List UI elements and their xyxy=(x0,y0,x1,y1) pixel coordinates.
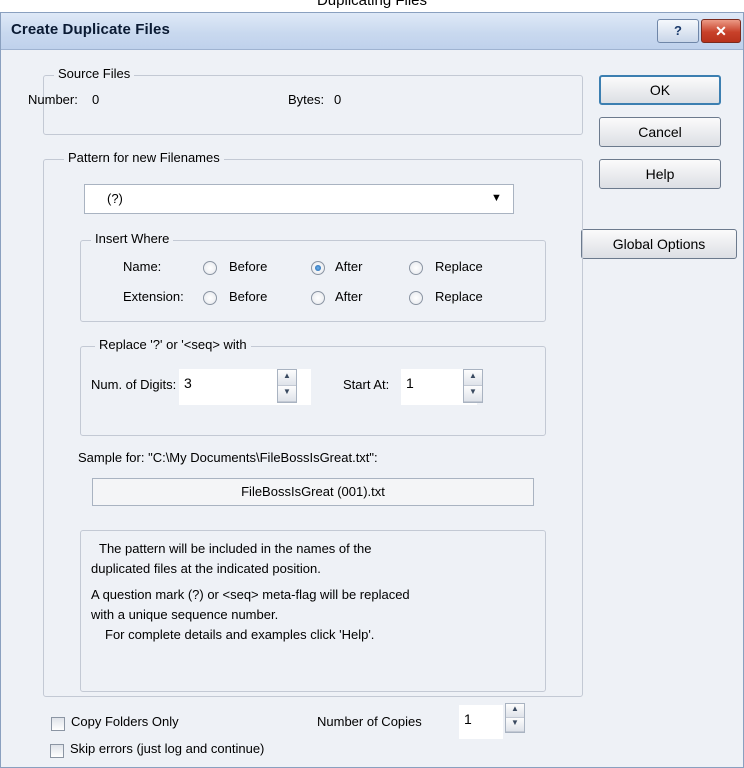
name-label: Name: xyxy=(123,259,162,274)
title-help-button[interactable]: ? xyxy=(657,19,699,43)
spin-up-icon[interactable]: ▲ xyxy=(464,370,482,386)
copy-folders-only-label[interactable]: Copy Folders Only xyxy=(71,714,179,729)
page-heading: Duplicating Files xyxy=(316,0,428,9)
start-at-spinner[interactable]: ▲ ▼ xyxy=(463,369,483,403)
spin-up-icon[interactable]: ▲ xyxy=(506,704,524,718)
pattern-combobox[interactable]: (?) ▼ xyxy=(84,184,514,214)
name-before-radio[interactable] xyxy=(203,261,217,275)
cancel-button[interactable]: Cancel xyxy=(599,117,721,147)
replace-group: Replace '?' or '<seq> with Num. of Digit… xyxy=(80,337,546,436)
title-bar[interactable]: Create Duplicate Files ? ✕ xyxy=(1,13,743,50)
copy-folders-only-checkbox[interactable] xyxy=(51,717,65,731)
info-line-5: For complete details and examples click … xyxy=(105,627,375,642)
number-label: Number: xyxy=(28,92,78,107)
info-line-4: with a unique sequence number. xyxy=(91,607,279,622)
close-button[interactable]: ✕ xyxy=(701,19,741,43)
bytes-value: 0 xyxy=(334,92,342,107)
name-before-label[interactable]: Before xyxy=(229,259,267,274)
info-line-3: A question mark (?) or <seq> meta-flag w… xyxy=(91,587,410,602)
extension-replace-label[interactable]: Replace xyxy=(435,289,483,304)
global-options-button[interactable]: Global Options xyxy=(581,229,737,259)
insert-where-group: Insert Where Name: Before After Replace … xyxy=(80,231,546,322)
copies-input[interactable]: 1 xyxy=(459,705,503,739)
sample-label: Sample for: "C:\My Documents\FileBossIsG… xyxy=(78,450,378,465)
extension-after-label[interactable]: After xyxy=(335,289,362,304)
insert-where-legend: Insert Where xyxy=(91,231,174,246)
copies-label: Number of Copies xyxy=(317,714,422,729)
skip-errors-checkbox[interactable] xyxy=(50,744,64,758)
help-button[interactable]: Help xyxy=(599,159,721,189)
extension-replace-radio[interactable] xyxy=(409,291,423,305)
extension-before-radio[interactable] xyxy=(203,291,217,305)
extension-before-label[interactable]: Before xyxy=(229,289,267,304)
info-box: The pattern will be included in the name… xyxy=(80,530,546,692)
source-files-group: Source Files Number: 0 Bytes: 0 xyxy=(28,66,583,135)
copies-spinner[interactable]: ▲ ▼ xyxy=(505,703,525,733)
source-files-legend: Source Files xyxy=(54,66,135,81)
digits-spinner[interactable]: ▲ ▼ xyxy=(277,369,297,403)
name-replace-label[interactable]: Replace xyxy=(435,259,483,274)
spin-down-icon[interactable]: ▼ xyxy=(464,386,482,402)
spin-down-icon[interactable]: ▼ xyxy=(278,386,296,402)
spin-down-icon[interactable]: ▼ xyxy=(506,718,524,732)
extension-after-radio[interactable] xyxy=(311,291,325,305)
digits-label: Num. of Digits: xyxy=(91,377,177,392)
dialog-title: Create Duplicate Files xyxy=(11,21,170,38)
extension-label: Extension: xyxy=(123,289,184,304)
start-at-label: Start At: xyxy=(343,377,390,392)
chevron-down-icon[interactable]: ▼ xyxy=(491,192,502,204)
name-after-radio[interactable] xyxy=(311,261,325,275)
replace-legend: Replace '?' or '<seq> with xyxy=(95,337,251,352)
pattern-legend: Pattern for new Filenames xyxy=(64,150,224,165)
skip-errors-label[interactable]: Skip errors (just log and continue) xyxy=(70,741,264,756)
info-line-1: The pattern will be included in the name… xyxy=(99,541,372,556)
name-after-label[interactable]: After xyxy=(335,259,362,274)
ok-button[interactable]: OK xyxy=(599,75,721,105)
sample-output: FileBossIsGreat (001).txt xyxy=(92,478,534,506)
dialog-window: Create Duplicate Files ? ✕ Source Files … xyxy=(0,12,744,768)
info-line-2: duplicated files at the indicated positi… xyxy=(91,561,321,576)
bytes-label: Bytes: xyxy=(288,92,325,107)
name-replace-radio[interactable] xyxy=(409,261,423,275)
pattern-group: Pattern for new Filenames (?) ▼ Insert W… xyxy=(43,150,583,697)
spin-up-icon[interactable]: ▲ xyxy=(278,370,296,386)
pattern-value: (?) xyxy=(107,191,123,206)
number-value: 0 xyxy=(92,92,100,107)
